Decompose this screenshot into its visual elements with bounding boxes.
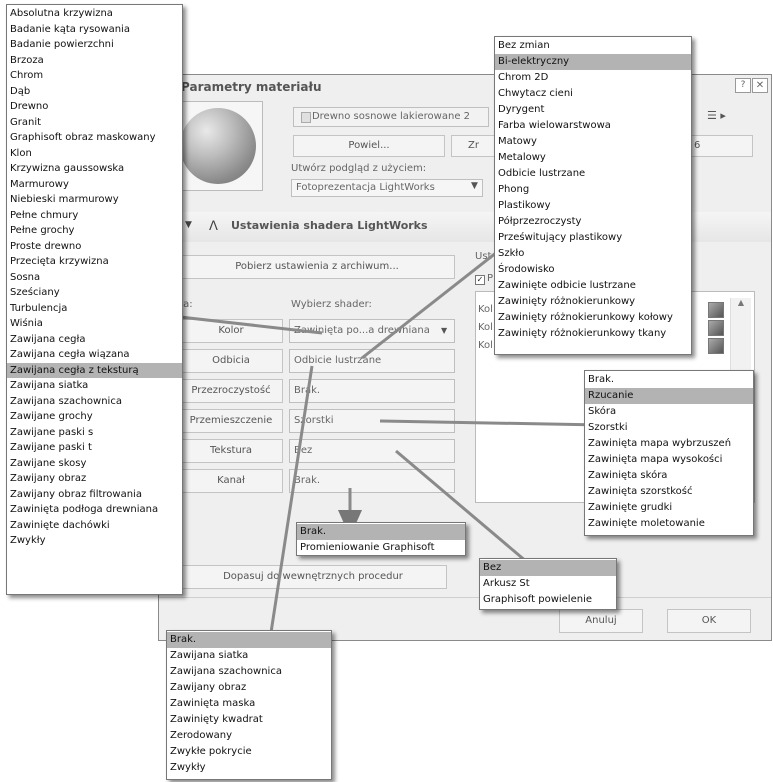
list-item[interactable]: Skóra: [585, 404, 753, 420]
displacement-shader-list[interactable]: Brak. Rzucanie Skóra Szorstki Zawinięta mapa…: [584, 370, 754, 536]
list-item[interactable]: Sześciany: [7, 285, 182, 301]
list-item[interactable]: Dyrygent: [495, 102, 691, 118]
list-item[interactable]: Brak.: [585, 372, 753, 388]
list-item[interactable]: Półprzezroczysty: [495, 214, 691, 230]
list-item[interactable]: Zawijana cegła wiązana: [7, 347, 182, 363]
list-item[interactable]: Chrom: [7, 68, 182, 84]
channel-shader-list[interactable]: Brak. Promieniowanie Graphisoft: [296, 522, 466, 556]
list-item[interactable]: Zawinięty różnokierunkowy: [495, 294, 691, 310]
list-item[interactable]: Zawinięta szorstkość: [585, 484, 753, 500]
list-item[interactable]: Zawijana cegła z teksturą: [7, 362, 182, 378]
list-item[interactable]: Absolutna krzywizna: [7, 6, 182, 22]
list-item[interactable]: Sosna: [7, 270, 182, 286]
list-item[interactable]: Chwytacz cieni: [495, 86, 691, 102]
list-item[interactable]: Granit: [7, 115, 182, 131]
list-item[interactable]: Krzywizna gaussowska: [7, 161, 182, 177]
list-item[interactable]: Zawinięte dachówki: [7, 518, 182, 534]
list-item[interactable]: Zwykły: [7, 533, 182, 549]
list-item[interactable]: Zerodowany: [167, 728, 331, 744]
list-item[interactable]: Zawijana szachownica: [7, 394, 182, 410]
list-item[interactable]: Zawijany obraz filtrowania: [7, 487, 182, 503]
list-item[interactable]: Zawijane paski t: [7, 440, 182, 456]
list-item[interactable]: Brak.: [297, 524, 465, 540]
list-item[interactable]: Przecięta krzywizna: [7, 254, 182, 270]
list-item[interactable]: Zawijana siatka: [167, 648, 331, 664]
list-item[interactable]: Zawinięta skóra: [585, 468, 753, 484]
list-item[interactable]: Dąb: [7, 84, 182, 100]
list-item[interactable]: Zawijane grochy: [7, 409, 182, 425]
list-item[interactable]: Zawinięte grudki: [585, 500, 753, 516]
list-item[interactable]: Zawijany obraz: [7, 471, 182, 487]
list-item[interactable]: Zawinięte odbicie lustrzane: [495, 278, 691, 294]
list-item[interactable]: Bez: [480, 560, 616, 576]
list-item[interactable]: Arkusz St: [480, 576, 616, 592]
list-item[interactable]: Niebieski marmurowy: [7, 192, 182, 208]
list-item[interactable]: Matowy: [495, 134, 691, 150]
list-item[interactable]: Plastikowy: [495, 198, 691, 214]
list-item[interactable]: Badanie kąta rysowania: [7, 22, 182, 38]
list-item[interactable]: Zawijana szachownica: [167, 664, 331, 680]
list-item[interactable]: Zawijana cegła: [7, 332, 182, 348]
list-item[interactable]: Zawinięty różnokierunkowy kołowy: [495, 310, 691, 326]
list-item[interactable]: Proste drewno: [7, 239, 182, 255]
list-item[interactable]: Zawijana siatka: [7, 378, 182, 394]
list-item[interactable]: Zawinięta maska: [167, 696, 331, 712]
list-item[interactable]: Turbulencja: [7, 301, 182, 317]
list-item[interactable]: Odbicie lustrzane: [495, 166, 691, 182]
list-item[interactable]: Graphisoft powielenie: [480, 592, 616, 608]
list-item[interactable]: Pełne grochy: [7, 223, 182, 239]
list-item[interactable]: Farba wielowarstwowa: [495, 118, 691, 134]
list-item[interactable]: Klon: [7, 146, 182, 162]
list-item[interactable]: Szorstki: [585, 420, 753, 436]
list-item[interactable]: Metalowy: [495, 150, 691, 166]
list-item[interactable]: Chrom 2D: [495, 70, 691, 86]
list-item[interactable]: Prześwitujący plastikowy: [495, 230, 691, 246]
list-item[interactable]: Zwykły: [167, 760, 331, 776]
list-item[interactable]: Zawijany obraz: [167, 680, 331, 696]
list-item[interactable]: Wiśnia: [7, 316, 182, 332]
list-item[interactable]: Środowisko: [495, 262, 691, 278]
list-item[interactable]: Badanie powierzchni: [7, 37, 182, 53]
list-item[interactable]: Graphisoft obraz maskowany: [7, 130, 182, 146]
list-item[interactable]: Zawinięta podłoga drewniana: [7, 502, 182, 518]
reflection-shader-list[interactable]: Bez zmian Bi-elektryczny Chrom 2D Chwytacz …: [494, 36, 692, 355]
list-item[interactable]: Zawinięta mapa wybrzuszeń: [585, 436, 753, 452]
list-item[interactable]: Zawinięte moletowanie: [585, 516, 753, 532]
list-item[interactable]: Bez zmian: [495, 38, 691, 54]
list-item[interactable]: Rzucanie: [585, 388, 753, 404]
list-item[interactable]: Brzoza: [7, 53, 182, 69]
list-item[interactable]: Bi-elektryczny: [495, 54, 691, 70]
list-item[interactable]: Zawinięty kwadrat: [167, 712, 331, 728]
list-item[interactable]: Phong: [495, 182, 691, 198]
color-shader-list[interactable]: Absolutna krzywizna Badanie kąta rysowani…: [6, 4, 183, 595]
list-item[interactable]: Zwykłe pokrycie: [167, 744, 331, 760]
list-item[interactable]: Brak.: [167, 632, 331, 648]
list-item[interactable]: Zawinięty różnokierunkowy tkany: [495, 326, 691, 342]
list-item[interactable]: Promieniowanie Graphisoft: [297, 540, 465, 556]
list-item[interactable]: Zawinięta mapa wysokości: [585, 452, 753, 468]
transparency-shader-list[interactable]: Brak. Zawijana siatka Zawijana szachownica…: [166, 630, 332, 780]
list-item[interactable]: Zawijane skosy: [7, 456, 182, 472]
list-item[interactable]: Drewno: [7, 99, 182, 115]
list-item[interactable]: Szkło: [495, 246, 691, 262]
texture-shader-list[interactable]: Bez Arkusz St Graphisoft powielenie: [479, 558, 617, 610]
list-item[interactable]: Zawijane paski s: [7, 425, 182, 441]
list-item[interactable]: Pełne chmury: [7, 208, 182, 224]
list-item[interactable]: Marmurowy: [7, 177, 182, 193]
